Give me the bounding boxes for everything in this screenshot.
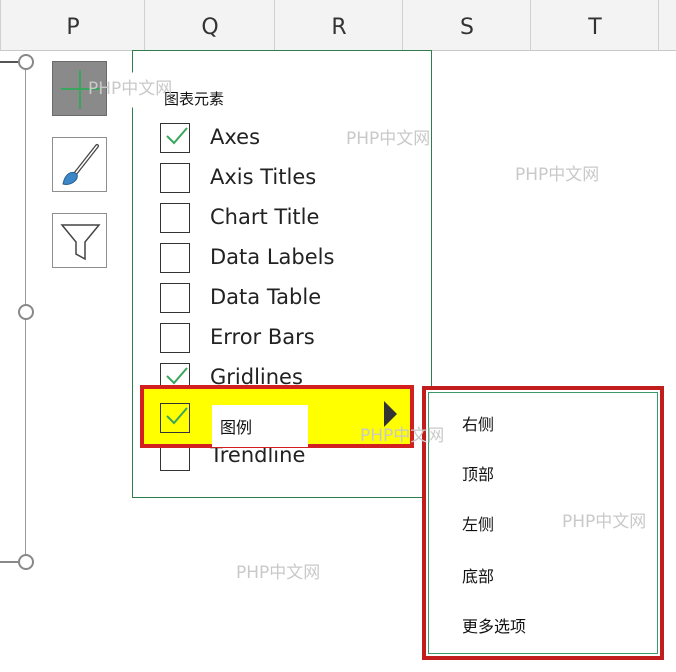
checkbox-chart-title[interactable] [160,203,190,233]
resize-handle-top[interactable] [18,54,34,70]
watermark: PHP中文网 [515,165,600,185]
option-label: Axis Titles [210,165,317,189]
column-header-p[interactable]: P [0,0,145,50]
option-chart-title[interactable]: Chart Title [160,203,420,237]
legend-label: 图例 [220,418,253,437]
option-axis-titles[interactable]: Axis Titles [160,163,420,197]
submenu-item-bottom[interactable]: 底部 [462,563,494,587]
checkbox-error-bars[interactable] [160,323,190,353]
filter-icon [60,224,101,261]
submenu-item-left[interactable]: 左侧 [462,511,494,535]
check-icon [166,407,188,425]
option-error-bars[interactable]: Error Bars [160,323,420,357]
column-header-q[interactable]: Q [144,0,275,50]
option-label: Error Bars [210,325,315,349]
paintbrush-icon [62,144,99,185]
checkbox-legend[interactable] [160,403,190,433]
column-header-next[interactable] [658,0,676,50]
checkbox-axis-titles[interactable] [160,163,190,193]
checkbox-data-table[interactable] [160,283,190,313]
option-label: Axes [210,125,261,149]
submenu-item-more-options[interactable]: 更多选项 [462,613,526,637]
panel-title: 图表元素 [164,90,225,108]
submenu-item-top[interactable]: 顶部 [462,461,494,485]
resize-handle-middle[interactable] [18,304,34,320]
checkbox-axes[interactable] [160,123,190,153]
option-label: Data Table [210,285,322,309]
column-header-bar: P Q R S T [0,0,676,51]
watermark: PHP中文网 [562,512,647,532]
watermark: PHP中文网 [360,426,445,446]
watermark: PHP中文网 [236,563,321,583]
option-label: Data Labels [210,245,335,269]
option-data-table[interactable]: Data Table [160,283,420,317]
watermark: PHP中文网 [346,129,431,149]
option-label: Chart Title [210,205,320,229]
column-header-s[interactable]: S [402,0,531,50]
watermark: PHP中文网 [88,79,173,99]
checkbox-data-labels[interactable] [160,243,190,273]
resize-handle-bottom[interactable] [18,554,34,570]
check-icon [166,127,188,145]
column-header-r[interactable]: R [274,0,403,50]
chart-styles-button[interactable] [52,137,107,192]
submenu-item-right[interactable]: 右侧 [462,411,494,435]
column-header-t[interactable]: T [530,0,659,50]
option-data-labels[interactable]: Data Labels [160,243,420,277]
chart-filters-button[interactable] [52,213,107,268]
